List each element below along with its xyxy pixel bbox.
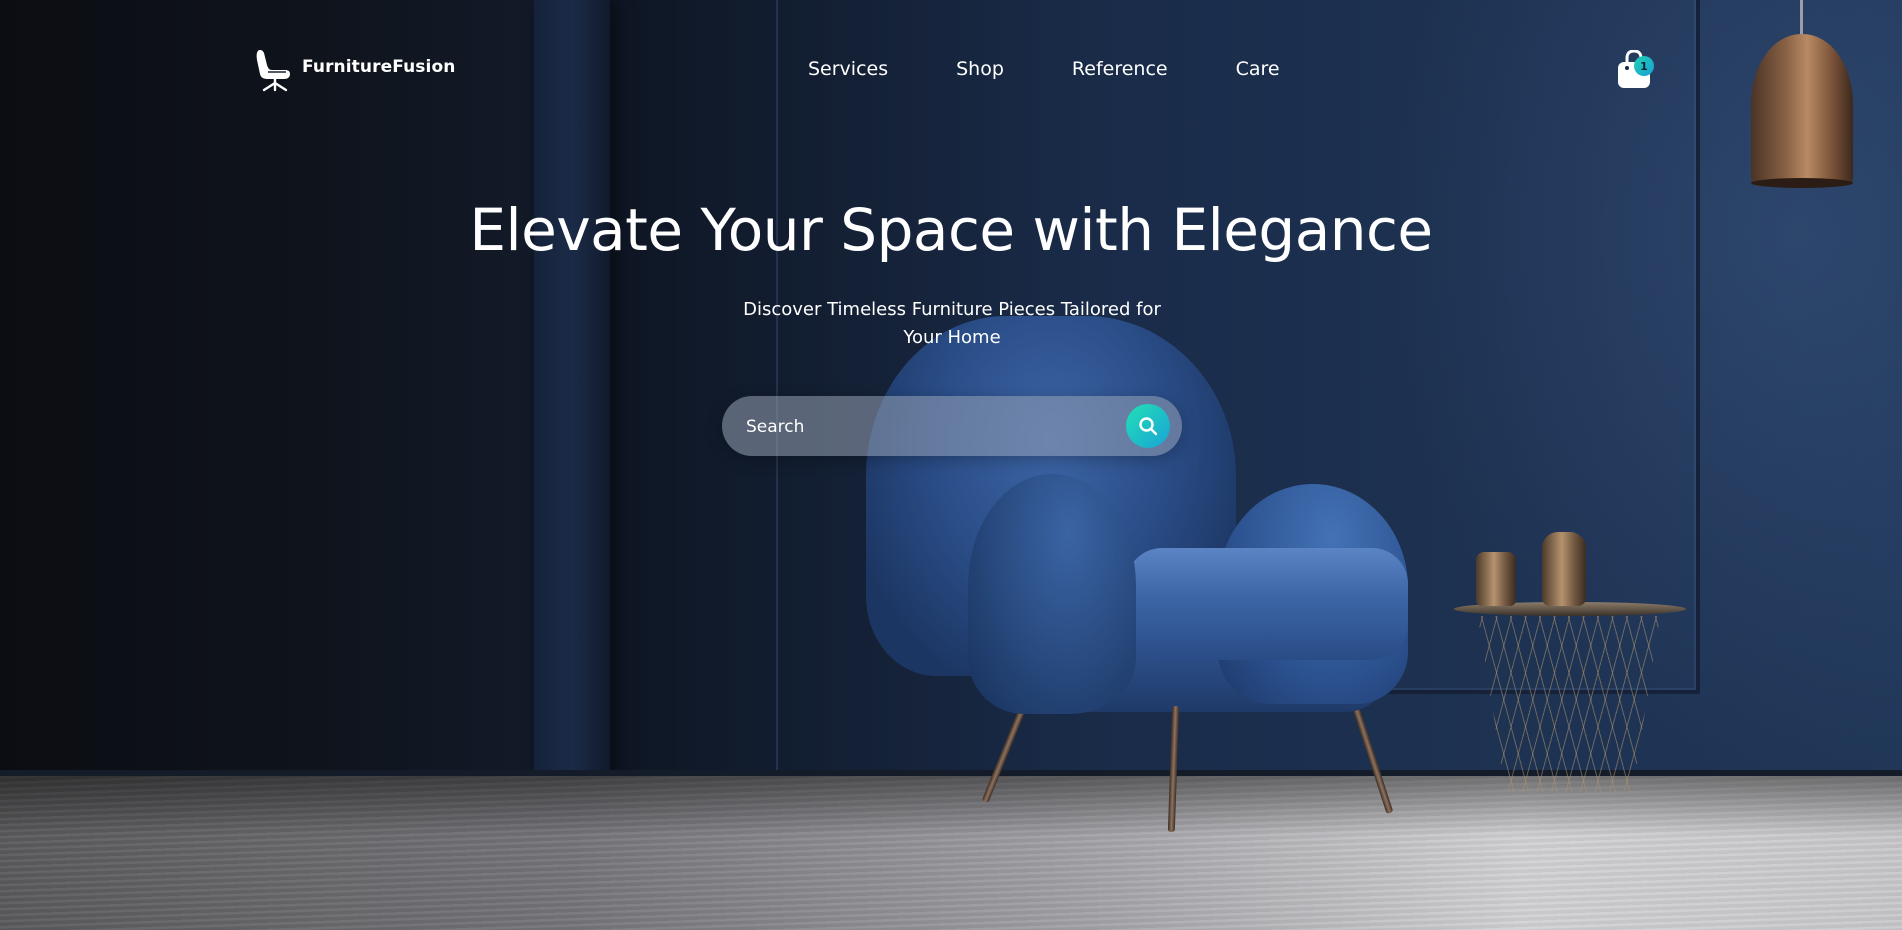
search-bar [722,396,1182,458]
background-pillar [534,0,610,832]
main-menu: Services Shop Reference Care [808,58,1280,80]
search-icon [1139,417,1158,436]
chair-logo-icon [256,50,290,92]
vase [1476,552,1516,606]
armchair-seat [1126,548,1408,660]
search-input[interactable] [744,396,1128,458]
hero-subtitle: Discover Timeless Furniture Pieces Tailo… [743,299,1161,348]
armchair-arm-left [968,474,1136,714]
background-wall-left [0,0,560,832]
nav-link-reference[interactable]: Reference [1072,58,1168,80]
cart-count-badge: 1 [1634,56,1654,76]
brand-name: FurnitureFusion [302,57,456,77]
brand-logo[interactable]: FurnitureFusion [254,48,455,92]
nav-link-services[interactable]: Services [808,58,888,80]
nav-link-shop[interactable]: Shop [956,58,1004,80]
hero-title: Elevate Your Space with Elegance [469,196,1433,264]
pendant-lamp-rim [1751,178,1853,188]
top-navigation: FurnitureFusion Services Shop Reference … [0,0,1902,120]
nav-link-care[interactable]: Care [1236,58,1280,80]
hero-section: FurnitureFusion Services Shop Reference … [0,0,1902,930]
vase [1542,532,1586,606]
search-button[interactable] [1126,404,1170,448]
